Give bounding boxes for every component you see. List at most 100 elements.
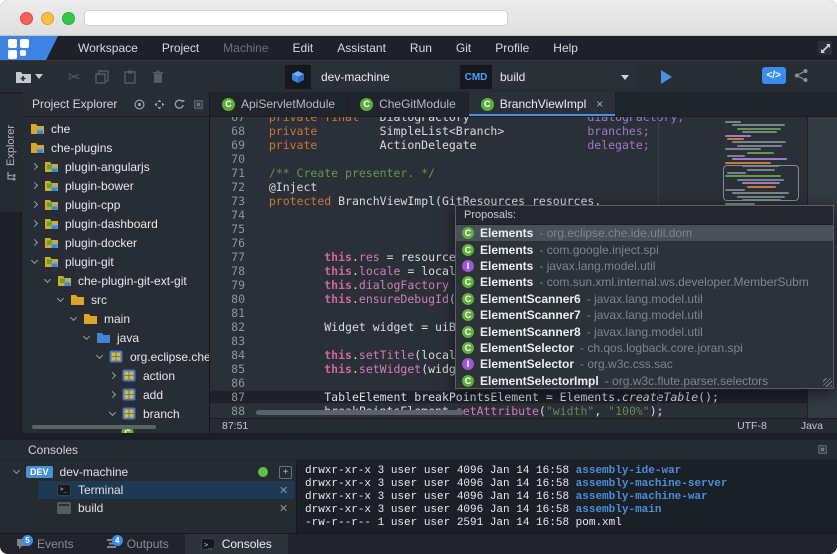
machine-selector[interactable]: dev-machine (285, 65, 455, 89)
minimize-panel-icon[interactable] (194, 100, 203, 109)
tree-item-plugin-docker[interactable]: plugin-docker (22, 233, 209, 252)
chevron-down-icon[interactable] (109, 408, 116, 415)
go-into-icon[interactable] (134, 99, 145, 110)
chevron-right-icon[interactable] (31, 163, 38, 170)
editor-tab-label: CheGitModule (379, 97, 456, 111)
editor-tab-branchviewimpl[interactable]: CBranchViewImpl× (469, 92, 617, 116)
window-resize-icon[interactable] (817, 40, 833, 56)
close-process-icon[interactable]: ✕ (279, 502, 288, 515)
editor-horizontal-scrollbar[interactable] (256, 410, 464, 415)
close-window-button[interactable] (20, 12, 33, 25)
tree-horizontal-scrollbar[interactable] (32, 425, 156, 429)
address-bar[interactable] (84, 10, 508, 26)
new-project-button[interactable] (14, 68, 43, 86)
proposal-item[interactable]: CElementSelectorImpl- org.w3c.flute.pars… (456, 373, 833, 389)
che-logo-icon[interactable] (0, 36, 58, 60)
tree-item-che-plugins[interactable]: che-plugins (22, 138, 209, 157)
console-output[interactable]: drwxr-xr-x 3 user user 4096 Jan 14 16:58… (297, 460, 837, 533)
chevron-down-icon[interactable] (13, 467, 20, 474)
proposal-item[interactable]: CElementScanner8- javax.lang.model.util (456, 323, 833, 339)
package-icon (109, 350, 124, 363)
tree-item-plugin-git[interactable]: plugin-git (22, 252, 209, 271)
project-tree: cheche-pluginsplugin-angularjsplugin-bow… (22, 117, 209, 433)
zoom-window-button[interactable] (62, 12, 75, 25)
menu-item-machine[interactable]: Machine (211, 36, 280, 60)
share-icon[interactable] (794, 68, 809, 83)
process-row-terminal[interactable]: >_Terminal✕ (0, 481, 296, 499)
tree-item-branch[interactable]: branch (22, 404, 209, 423)
collapse-all-icon[interactable] (154, 99, 165, 110)
chevron-down-icon[interactable] (96, 351, 103, 358)
tree-item-action[interactable]: action (22, 366, 209, 385)
preview-code-button[interactable]: </> (762, 67, 786, 84)
menu-item-profile[interactable]: Profile (483, 36, 541, 60)
panel-minimize-icon[interactable] (818, 445, 827, 454)
menu-item-assistant[interactable]: Assistant (325, 36, 398, 60)
proposal-item[interactable]: CElementSelector- ch.qos.logback.core.jo… (456, 340, 833, 356)
proposal-item[interactable]: IElements- javax.lang.model.util (456, 258, 833, 274)
menu-item-edit[interactable]: Edit (281, 36, 326, 60)
module-icon (44, 160, 59, 173)
editor-tab-chegitmodule[interactable]: CCheGitModule (348, 92, 469, 116)
add-terminal-button[interactable]: + (279, 466, 292, 479)
chevron-right-icon[interactable] (31, 220, 38, 227)
machine-row[interactable]: DEVdev-machine+ (0, 463, 296, 481)
editor-tab-apiservletmodule[interactable]: CApiServletModule (210, 92, 348, 116)
tree-item-main[interactable]: main (22, 309, 209, 328)
proposal-item[interactable]: CElementScanner6- javax.lang.model.util (456, 291, 833, 307)
chevron-down-icon[interactable] (83, 332, 90, 339)
tree-item-org.eclipse.che[interactable]: org.eclipse.che (22, 347, 209, 366)
close-process-icon[interactable]: ✕ (279, 484, 288, 497)
process-row-build[interactable]: build✕ (0, 499, 296, 517)
proposal-name: ElementSelectorImpl (480, 374, 599, 388)
tree-item-plugin-dashboard[interactable]: plugin-dashboard (22, 214, 209, 233)
explorer-strip-tab[interactable]: Explorer (0, 94, 22, 212)
proposal-item[interactable]: CElements- com.google.inject.spi (456, 241, 833, 257)
minimize-window-button[interactable] (41, 12, 54, 25)
minimap-viewport[interactable] (723, 165, 799, 201)
chevron-right-icon[interactable] (31, 201, 38, 208)
tree-item-che-plugin-git-ext-git[interactable]: che-plugin-git-ext-git (22, 271, 209, 290)
copy-icon[interactable] (93, 68, 111, 86)
tree-item-java[interactable]: java (22, 328, 209, 347)
close-tab-icon[interactable]: × (596, 97, 603, 111)
tree-item-src[interactable]: src (22, 290, 209, 309)
bottom-tab-outputs[interactable]: 4Outputs (90, 534, 185, 554)
chevron-down-icon[interactable] (70, 313, 77, 320)
chevron-down-icon[interactable] (31, 256, 38, 263)
command-select[interactable]: build (492, 65, 637, 89)
main-toolbar: ✂ (0, 60, 837, 92)
bottom-tab-events[interactable]: 5Events (0, 534, 90, 554)
bottom-tab-consoles[interactable]: >_Consoles (185, 534, 288, 554)
popup-resize-grip[interactable] (823, 378, 832, 387)
project-explorer-panel: Project Explorer (22, 92, 210, 433)
panel-splitter[interactable] (0, 433, 837, 440)
paste-icon[interactable] (121, 68, 139, 86)
tree-item-plugin-cpp[interactable]: plugin-cpp (22, 195, 209, 214)
proposal-item[interactable]: IElementSelector- org.w3c.css.sac (456, 356, 833, 372)
chevron-right-icon[interactable] (109, 391, 116, 398)
menu-item-workspace[interactable]: Workspace (66, 36, 150, 60)
menu-item-run[interactable]: Run (398, 36, 444, 60)
minimap-line (725, 148, 761, 150)
delete-icon[interactable] (149, 68, 167, 86)
menu-item-project[interactable]: Project (150, 36, 211, 60)
menu-item-git[interactable]: Git (444, 36, 483, 60)
refresh-icon[interactable] (174, 99, 185, 110)
chevron-down-icon[interactable] (57, 294, 64, 301)
menu-item-help[interactable]: Help (541, 36, 590, 60)
tree-item-add[interactable]: add (22, 385, 209, 404)
cut-icon[interactable]: ✂ (65, 68, 83, 86)
chevron-right-icon[interactable] (31, 182, 38, 189)
tree-item-plugin-angularjs[interactable]: plugin-angularjs (22, 157, 209, 176)
tree-item-che[interactable]: che (22, 119, 209, 138)
chevron-down-icon[interactable] (44, 275, 51, 282)
proposal-item[interactable]: CElementScanner7- javax.lang.model.util (456, 307, 833, 323)
tree-item-plugin-bower[interactable]: plugin-bower (22, 176, 209, 195)
chevron-right-icon[interactable] (109, 372, 116, 379)
proposal-item[interactable]: CElements- org.eclipse.che.ide.util.dom (456, 225, 833, 241)
line-number: 86 (210, 376, 255, 390)
run-command-button[interactable] (652, 66, 680, 88)
chevron-right-icon[interactable] (31, 239, 38, 246)
proposal-item[interactable]: CElements- com.sun.xml.internal.ws.devel… (456, 274, 833, 290)
